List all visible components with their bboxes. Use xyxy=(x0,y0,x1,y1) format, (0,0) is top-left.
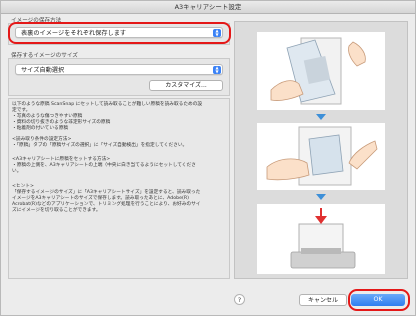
chevron-updown-icon: ▲ ▼ xyxy=(213,66,221,74)
step1-image xyxy=(257,32,385,110)
dialog-window: A3キャリアシート設定 イメージの保存方法 表裏のイメージをそれぞれ保存します … xyxy=(0,0,416,316)
image-size-value: サイズ自動選択 xyxy=(21,67,65,74)
description-intro: 以下のような原稿 ScanSnap にセットして読み取ることが難しい原稿を読み取… xyxy=(12,102,203,131)
save-method-highlight xyxy=(8,22,231,44)
cancel-button[interactable]: キャンセル xyxy=(299,294,347,306)
window-title: A3キャリアシート設定 xyxy=(1,1,415,14)
description-howto: <読み取り条件の設定方法> ・「原稿」タブの「原稿サイズの選択」に「サイズ自動検… xyxy=(12,137,188,148)
step-arrow-icon xyxy=(316,194,326,200)
step3-image xyxy=(257,204,385,274)
illustration-panel xyxy=(234,21,408,279)
step2-image xyxy=(257,123,385,190)
description-carrier: <A3キャリアシートに原稿をセットする方法> ・原稿の上側を、A3キャリアシート… xyxy=(12,157,196,174)
ok-highlight xyxy=(348,289,410,311)
customize-button[interactable]: カスタマイズ... xyxy=(149,80,223,91)
help-button[interactable]: ? xyxy=(234,294,245,305)
image-size-select[interactable]: サイズ自動選択 ▲ ▼ xyxy=(15,64,223,75)
step-arrow-icon xyxy=(316,114,326,120)
description-hint: <ヒント> 「保存するイメージのサイズ」に「A3キャリアシートサイズ」を設定する… xyxy=(12,184,201,213)
